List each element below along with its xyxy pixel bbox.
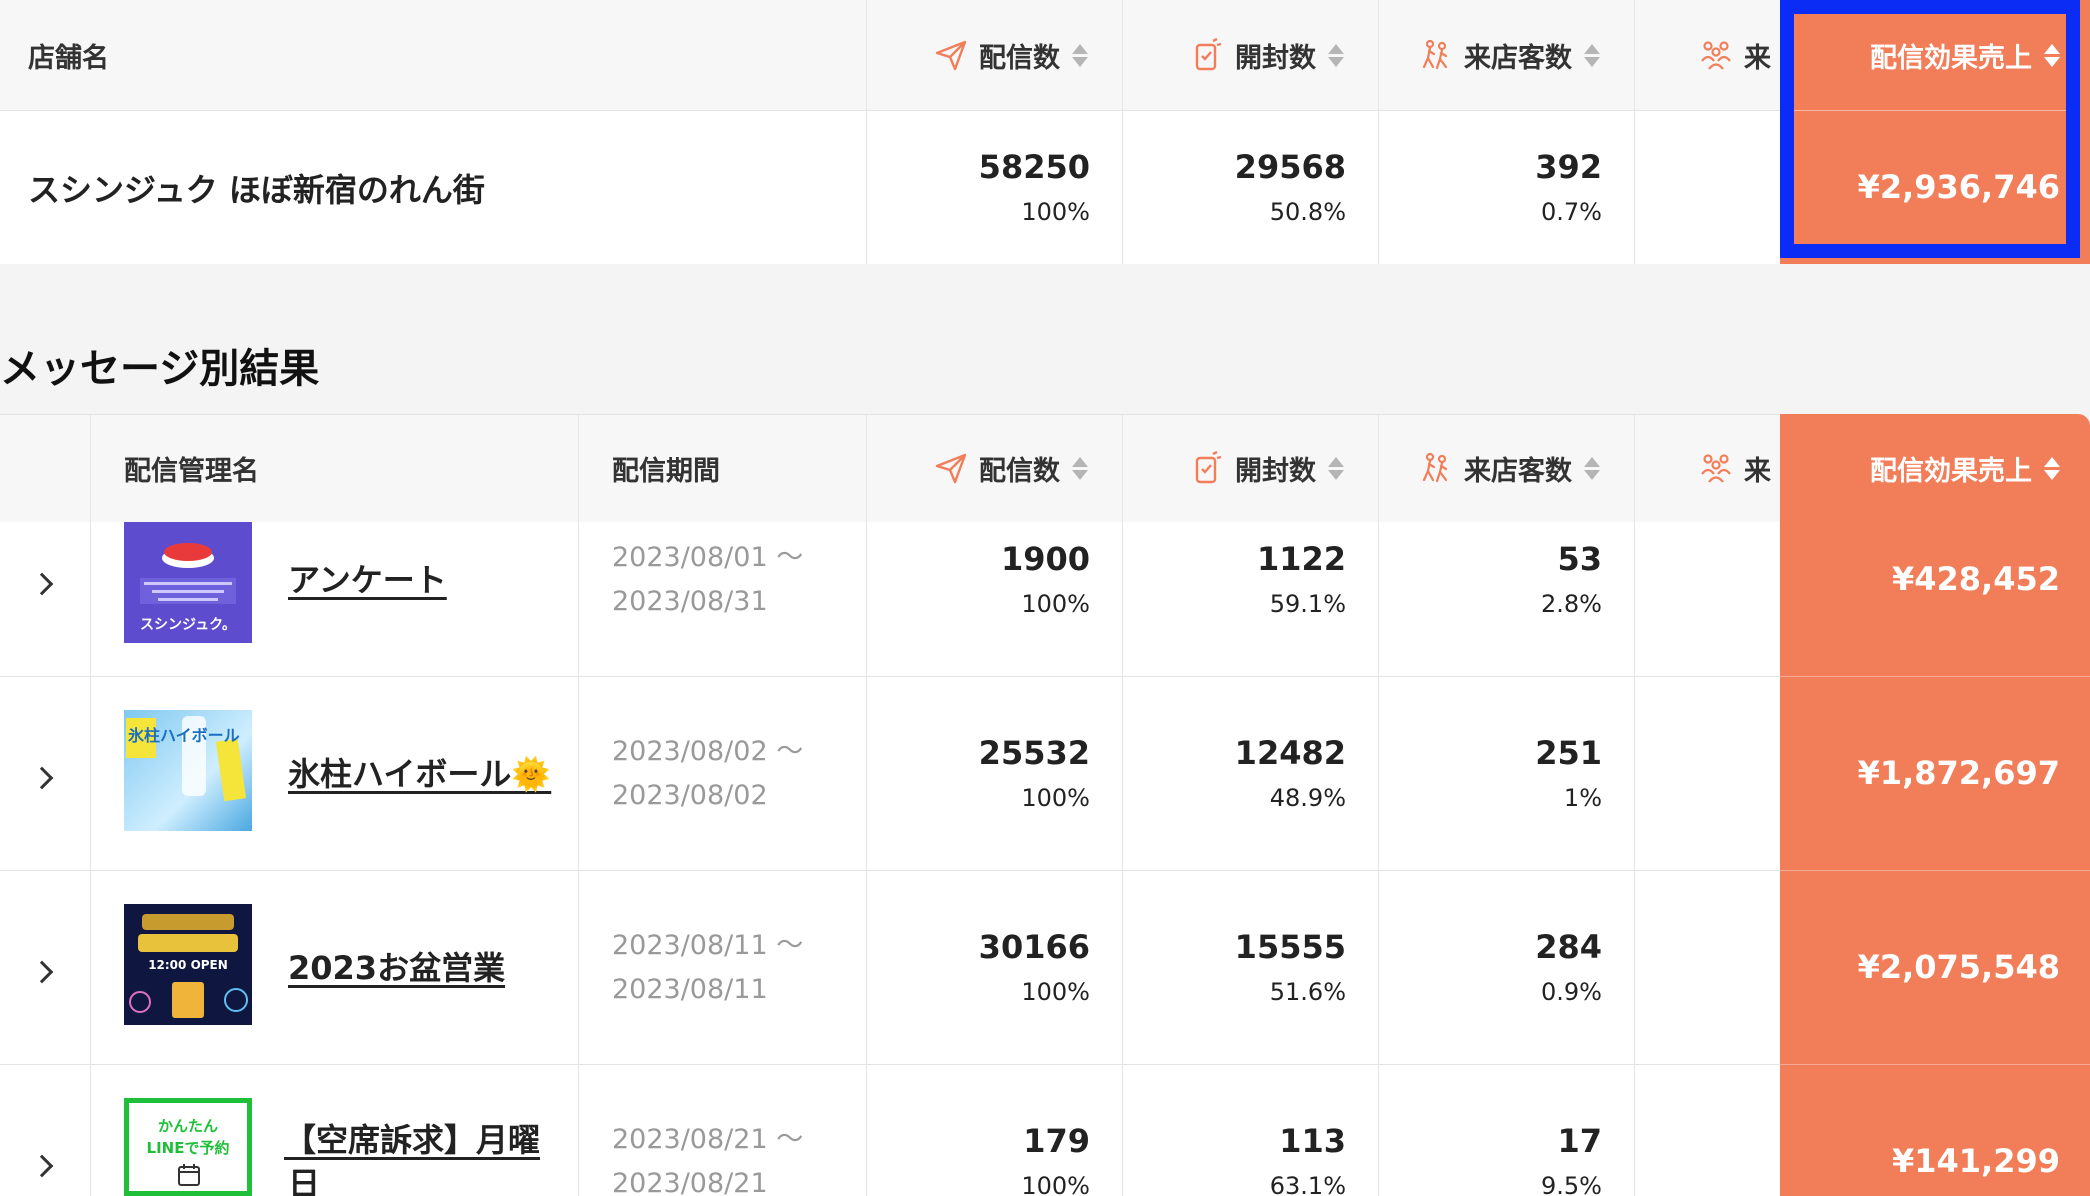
deliveries-value: 1900 (1000, 540, 1090, 578)
store-deliveries: 58250 (978, 148, 1090, 186)
group-people-icon (1701, 454, 1731, 483)
column-header-opens-2[interactable]: 開封数 (1122, 414, 1344, 522)
column-header-period: 配信期間 (612, 455, 720, 487)
date-end: 2023/08/02 (612, 780, 768, 811)
opens-pct: 51.6% (1269, 978, 1346, 1006)
sort-icon[interactable] (1328, 43, 1344, 67)
thumbnail-text: 12:00 OPEN (148, 958, 228, 972)
section-title: メッセージ別結果 (0, 346, 320, 392)
deliveries-pct: 100% (1021, 590, 1090, 618)
column-header-store-name: 店舗名 (28, 42, 109, 74)
visitors-value: 17 (1557, 1122, 1602, 1160)
message-thumbnail[interactable]: 氷柱ハイボール (124, 710, 252, 831)
date-start: 2023/08/01 〜 (612, 542, 804, 573)
message-thumbnail[interactable]: かんたん LINEで予約 (124, 1098, 252, 1196)
column-header-visitors-2[interactable]: 来店客数 (1378, 414, 1600, 522)
group-people-icon (1701, 41, 1731, 70)
date-start: 2023/08/21 〜 (612, 1124, 804, 1155)
phone-open-icon (1195, 450, 1222, 484)
paper-plane-icon (935, 40, 967, 71)
column-header-sales-2[interactable]: 配信効果売上 (1780, 414, 2060, 522)
visitors-value: 251 (1535, 734, 1602, 772)
date-start: 2023/08/11 〜 (612, 930, 804, 961)
message-title-link[interactable]: 氷柱ハイボール🌞 (288, 752, 551, 796)
visitors-value: 53 (1557, 540, 1602, 578)
message-title-link[interactable]: 2023お盆営業 (288, 946, 505, 990)
opens-value: 15555 (1234, 928, 1346, 966)
opens-value: 1122 (1256, 540, 1346, 578)
visitors-pct: 0.9% (1541, 978, 1602, 1006)
sales-value: ¥1,872,697 (1857, 754, 2060, 792)
message-table-body (0, 522, 1780, 1196)
opens-pct: 63.1% (1269, 1172, 1346, 1196)
store-opens-pct: 50.8% (1269, 198, 1346, 226)
date-end: 2023/08/21 (612, 1168, 768, 1196)
sort-icon[interactable] (1072, 456, 1088, 480)
phone-open-icon (1195, 37, 1222, 71)
sort-icon[interactable] (2044, 456, 2060, 480)
walking-people-icon (1422, 39, 1448, 70)
opens-value: 12482 (1234, 734, 1346, 772)
sales-value: ¥428,452 (1891, 560, 2060, 598)
paper-plane-icon (935, 453, 967, 484)
store-visitors-pct: 0.7% (1541, 198, 1602, 226)
sort-icon[interactable] (1072, 43, 1088, 67)
deliveries-pct: 100% (1021, 978, 1090, 1006)
opens-pct: 48.9% (1269, 784, 1346, 812)
calendar-icon (178, 1164, 200, 1186)
date-end: 2023/08/31 (612, 586, 768, 617)
store-deliveries-pct: 100% (1021, 198, 1090, 226)
store-visitors: 392 (1535, 148, 1602, 186)
visitors-pct: 2.8% (1541, 590, 1602, 618)
column-header-deliveries[interactable]: 配信数 (866, 0, 1088, 110)
store-name: スシンジュク ほぼ新宿のれん街 (28, 171, 485, 209)
deliveries-pct: 100% (1021, 1172, 1090, 1196)
column-header-partial[interactable]: 来 (1698, 0, 1780, 110)
walking-people-icon (1422, 452, 1448, 483)
message-title-link[interactable]: アンケート (288, 558, 447, 602)
message-thumbnail[interactable]: スシンジュク。 (124, 522, 252, 643)
opens-value: 113 (1279, 1122, 1346, 1160)
message-title-link-line2[interactable]: 日 (288, 1162, 320, 1196)
thumbnail-text: LINEで予約 (146, 1139, 230, 1157)
message-title-link[interactable]: 【空席訴求】月曜 (284, 1118, 540, 1162)
sales-column-messages (1780, 414, 2090, 1196)
visitors-value: 284 (1535, 928, 1602, 966)
deliveries-value: 25532 (978, 734, 1090, 772)
date-end: 2023/08/11 (612, 974, 768, 1005)
column-header-opens[interactable]: 開封数 (1122, 0, 1344, 110)
deliveries-value: 179 (1023, 1122, 1090, 1160)
sort-icon[interactable] (1328, 456, 1344, 480)
column-header-visitors[interactable]: 来店客数 (1378, 0, 1600, 110)
column-header-name: 配信管理名 (124, 455, 259, 487)
date-start: 2023/08/02 〜 (612, 736, 804, 767)
visitors-pct: 1% (1563, 784, 1602, 812)
highlight-box (1780, 0, 2080, 258)
store-opens: 29568 (1234, 148, 1346, 186)
visitors-pct: 9.5% (1541, 1172, 1602, 1196)
deliveries-pct: 100% (1021, 784, 1090, 812)
deliveries-value: 30166 (978, 928, 1090, 966)
thumbnail-text: かんたん (157, 1117, 218, 1135)
sales-value: ¥2,075,548 (1857, 948, 2060, 986)
sort-icon[interactable] (1584, 456, 1600, 480)
opens-pct: 59.1% (1269, 590, 1346, 618)
column-header-partial-2[interactable]: 来 (1698, 414, 1780, 522)
thumbnail-text: 氷柱ハイボール (128, 726, 240, 745)
column-header-deliveries-2[interactable]: 配信数 (866, 414, 1088, 522)
sort-icon[interactable] (1584, 43, 1600, 67)
sales-value: ¥141,299 (1891, 1142, 2060, 1180)
thumbnail-text: スシンジュク。 (140, 617, 236, 633)
message-thumbnail[interactable]: 12:00 OPEN (124, 904, 252, 1025)
